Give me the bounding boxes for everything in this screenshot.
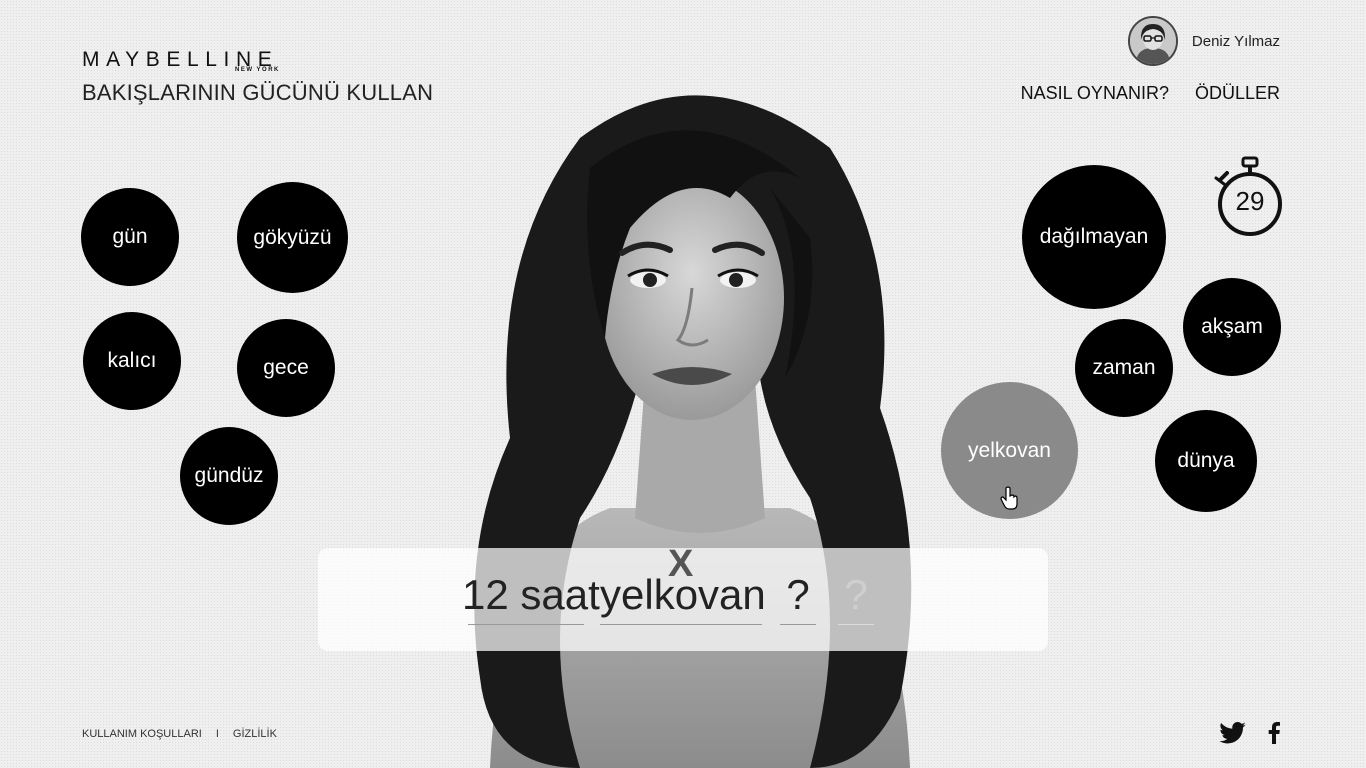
word-bubble[interactable]: gündüz: [180, 427, 278, 525]
brand-sub: NEW YORK: [235, 67, 280, 73]
word-bubble[interactable]: akşam: [1183, 278, 1281, 376]
answer-slot[interactable]: 12 saat: [462, 571, 600, 619]
user-name: Deniz Yılmaz: [1191, 32, 1280, 50]
twitter-icon[interactable]: [1219, 722, 1246, 749]
footer-links: KULLANIM KOŞULLARI I GİZLİLİK: [82, 728, 277, 740]
word-bubble[interactable]: gün: [81, 188, 179, 286]
footer-separator: I: [215, 728, 219, 740]
word-bubble[interactable]: zaman: [1075, 319, 1173, 417]
brand-logo[interactable]: MAYBELLINE NEW YORK: [82, 49, 322, 75]
terms-link[interactable]: KULLANIM KOŞULLARI: [82, 728, 202, 740]
how-to-play-link[interactable]: NASIL OYNANIR?: [1021, 83, 1169, 104]
user-profile[interactable]: Deniz Yılmaz: [1127, 16, 1280, 66]
timer-seconds: 29: [1235, 186, 1265, 216]
facebook-icon[interactable]: [1268, 722, 1280, 749]
avatar[interactable]: [1127, 16, 1178, 66]
word-bubble[interactable]: dünya: [1155, 410, 1257, 512]
top-nav: NASIL OYNANIR? ÖDÜLLER: [1021, 83, 1280, 104]
word-bubble[interactable]: gece: [237, 319, 335, 417]
rewards-link[interactable]: ÖDÜLLER: [1195, 83, 1280, 104]
answer-slot-underline: [838, 624, 874, 625]
answer-slot-underline: [468, 624, 584, 625]
word-bubble[interactable]: kalıcı: [83, 312, 181, 410]
answer-slot-empty[interactable]: ?: [838, 571, 874, 619]
word-bubble[interactable]: gökyüzü: [237, 182, 348, 293]
brand-name: MAYBELLINE: [82, 48, 279, 71]
word-bubble[interactable]: dağılmayan: [1022, 165, 1166, 309]
answer-slot-underline: [600, 624, 762, 625]
privacy-link[interactable]: GİZLİLİK: [233, 728, 277, 740]
answer-slot[interactable]: ?: [780, 571, 816, 619]
page-tagline: BAKIŞLARININ GÜCÜNÜ KULLAN: [82, 80, 434, 105]
answer-slot[interactable]: yelkovan: [600, 571, 766, 619]
hand-pointer-icon: [1000, 486, 1018, 510]
answer-slot-underline: [780, 624, 816, 625]
model-portrait-image: [474, 95, 912, 768]
social-links: [1219, 722, 1280, 749]
countdown-timer: 29: [1212, 150, 1288, 240]
